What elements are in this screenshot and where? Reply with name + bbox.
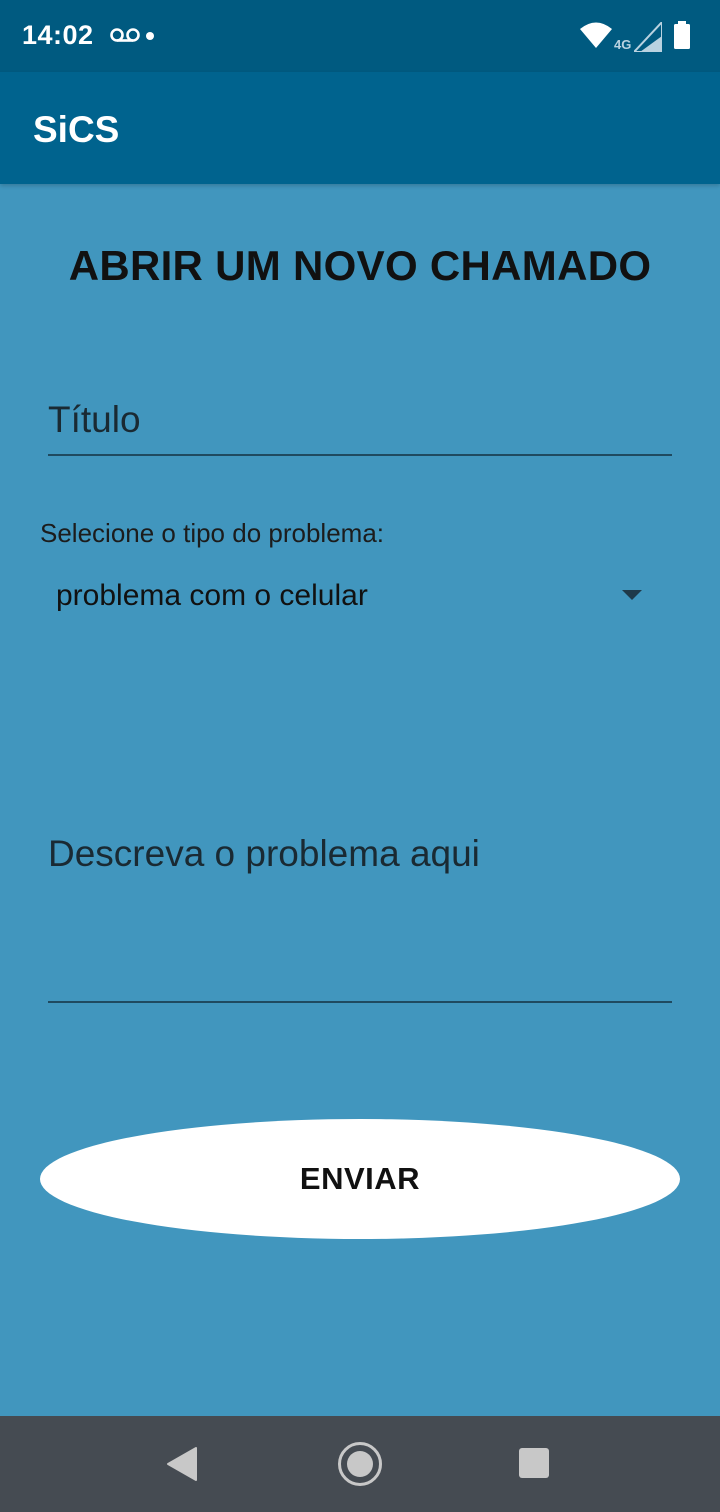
page-title: ABRIR UM NOVO CHAMADO bbox=[68, 242, 652, 289]
problem-type-label: Selecione o tipo do problema: bbox=[40, 518, 385, 548]
network-type-label: 4G bbox=[614, 37, 632, 52]
battery-icon bbox=[674, 21, 690, 49]
dropdown-arrow-icon bbox=[622, 590, 642, 600]
home-icon[interactable] bbox=[338, 1442, 382, 1486]
back-icon[interactable] bbox=[166, 1446, 198, 1482]
problem-type-dropdown[interactable]: problema com o celular bbox=[40, 566, 664, 626]
signal-icon bbox=[634, 22, 662, 52]
app-title: SiCS bbox=[33, 109, 120, 150]
app-bar: SiCS bbox=[0, 72, 720, 184]
status-bar: 14:02 4G bbox=[0, 0, 720, 72]
status-time: 14:02 bbox=[22, 20, 94, 50]
recents-icon[interactable] bbox=[519, 1448, 549, 1478]
navigation-bar bbox=[0, 1416, 720, 1512]
problem-type-selected-value: problema com o celular bbox=[56, 579, 368, 612]
notification-dot-icon bbox=[146, 32, 154, 40]
title-input[interactable] bbox=[48, 395, 672, 456]
wifi-icon bbox=[580, 22, 612, 48]
description-input[interactable] bbox=[48, 826, 672, 1003]
voicemail-icon bbox=[110, 28, 140, 42]
send-button[interactable]: ENVIAR bbox=[40, 1119, 680, 1239]
